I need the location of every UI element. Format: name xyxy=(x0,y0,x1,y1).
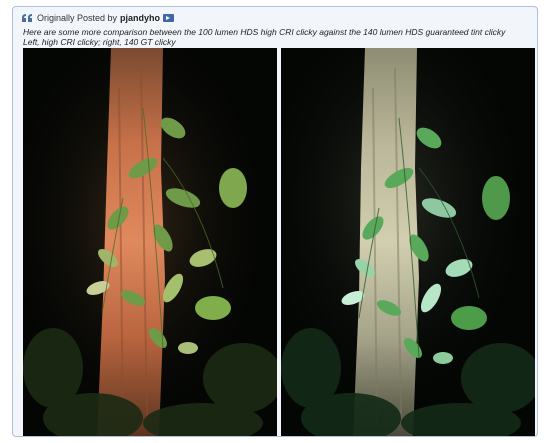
quote-header: Originally Posted by pjandyho xyxy=(21,11,175,25)
quote-line: Here are some more comparison between th… xyxy=(23,27,506,37)
view-post-icon[interactable] xyxy=(163,14,175,22)
photo-right xyxy=(281,48,535,436)
quote-text: Here are some more comparison between th… xyxy=(23,27,533,47)
quote-line: Left, high CRI clicky; right, 140 GT cli… xyxy=(23,37,176,47)
photo-left xyxy=(23,48,277,436)
quote-box: Originally Posted by pjandyho Here are s… xyxy=(12,6,538,437)
quote-author[interactable]: pjandyho xyxy=(120,13,160,23)
posted-by-label: Originally Posted by xyxy=(37,13,118,23)
quote-icon xyxy=(21,13,33,23)
